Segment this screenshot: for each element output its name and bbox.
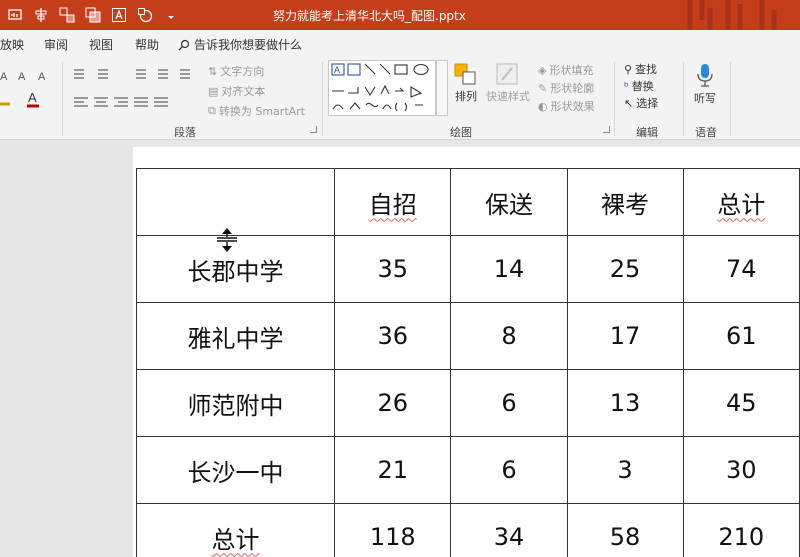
quick-access-toolbar bbox=[6, 6, 180, 24]
smartart-icon: ⧉ bbox=[208, 104, 216, 117]
text-direction-icon: ⇅ bbox=[208, 64, 218, 78]
table-cell[interactable]: 36 bbox=[334, 302, 452, 370]
text-box-icon[interactable] bbox=[110, 6, 128, 24]
paint-bucket-icon: ◈ bbox=[538, 63, 547, 77]
arrange-button[interactable]: 排列 bbox=[453, 62, 479, 104]
shapes-gallery-icons: A bbox=[331, 63, 429, 112]
table-cell[interactable]: 师范附中 bbox=[135, 369, 336, 437]
table-row: 长沙一中 21 6 3 30 bbox=[135, 436, 800, 504]
tab-review[interactable]: 审阅 bbox=[44, 36, 68, 53]
cursor-arrow-icon: ↖ bbox=[624, 96, 634, 110]
bring-forward-icon[interactable] bbox=[84, 6, 102, 24]
find-button[interactable]: ⚲ 查找 bbox=[624, 61, 657, 77]
microphone-icon bbox=[697, 64, 713, 87]
font-controls-icon: A A A A bbox=[0, 71, 46, 108]
svg-text:A: A bbox=[0, 71, 8, 83]
svg-text:A: A bbox=[38, 71, 46, 83]
table-row: 雅礼中学 36 8 17 61 bbox=[135, 302, 800, 370]
table-cell[interactable] bbox=[135, 168, 336, 236]
align-text-button[interactable]: ▤ 对齐文本 bbox=[208, 83, 265, 99]
pen-outline-icon: ✎ bbox=[538, 81, 548, 95]
replace-button[interactable]: ᵇ 替换 bbox=[624, 78, 654, 94]
table-row: 总计 118 34 58 210 bbox=[135, 503, 800, 557]
shape-effects-button[interactable]: ◐ 形状效果 bbox=[538, 98, 595, 114]
table-cell[interactable]: 210 bbox=[682, 503, 800, 557]
table-cell[interactable]: 17 bbox=[566, 302, 684, 370]
row-resize-cursor-icon bbox=[217, 228, 237, 252]
table-cell[interactable]: 长沙一中 bbox=[135, 436, 336, 504]
text-direction-button[interactable]: ⇅ 文字方向 bbox=[208, 63, 264, 79]
shapes-gallery-scrollbar[interactable] bbox=[436, 60, 448, 116]
shape-icon[interactable] bbox=[136, 6, 154, 24]
ribbon-tabs: 放映 审阅 视图 帮助 告诉我你想要做什么 bbox=[0, 30, 800, 56]
table-header-cell[interactable]: 裸考 bbox=[566, 168, 684, 236]
table-row: 师范附中 26 6 13 45 bbox=[135, 369, 800, 437]
title-bar: 努力就能考上清华北大吗_配图.pptx bbox=[0, 0, 800, 30]
table-cell[interactable]: 21 bbox=[334, 436, 452, 504]
table-header-row: 自招 保送 裸考 总计 bbox=[135, 168, 800, 236]
editing-group-label: 编辑 bbox=[636, 126, 658, 139]
table-cell[interactable]: 35 bbox=[334, 235, 452, 303]
group-objects-icon[interactable] bbox=[58, 6, 76, 24]
search-icon bbox=[178, 39, 190, 50]
document-title: 努力就能考上清华北大吗_配图.pptx bbox=[273, 9, 466, 23]
table-cell[interactable]: 58 bbox=[566, 503, 684, 557]
paragraph-dialog-launcher-icon[interactable] bbox=[310, 126, 317, 133]
table-header-cell[interactable]: 保送 bbox=[450, 168, 568, 236]
table-cell[interactable]: 6 bbox=[450, 369, 568, 437]
title-bar-decoration bbox=[670, 0, 800, 30]
svg-text:A: A bbox=[18, 71, 26, 83]
drawing-group-label: 绘图 bbox=[450, 126, 472, 139]
table-cell[interactable]: 45 bbox=[682, 369, 800, 437]
table-cell[interactable]: 25 bbox=[566, 235, 684, 303]
quick-styles-button[interactable]: 快速样式 bbox=[486, 62, 530, 104]
tell-me-label: 告诉我你想要做什么 bbox=[194, 38, 303, 52]
table-cell[interactable]: 13 bbox=[566, 369, 684, 437]
select-button[interactable]: ↖ 选择 bbox=[624, 95, 658, 111]
tab-help[interactable]: 帮助 bbox=[135, 36, 159, 53]
table-cell[interactable]: 30 bbox=[682, 436, 800, 504]
table-cell[interactable]: 61 bbox=[682, 302, 800, 370]
paragraph-group-label: 段落 bbox=[174, 126, 196, 139]
table-cell[interactable]: 3 bbox=[566, 436, 684, 504]
table-cell[interactable]: 8 bbox=[450, 302, 568, 370]
paragraph-controls-icon bbox=[74, 69, 190, 107]
table-cell[interactable]: 总计 bbox=[135, 503, 336, 557]
voice-group-label: 语音 bbox=[695, 126, 717, 139]
table-cell[interactable]: 118 bbox=[334, 503, 452, 557]
tab-slideshow[interactable]: 放映 bbox=[0, 36, 24, 53]
svg-text:A: A bbox=[334, 65, 340, 75]
table-cell[interactable]: 雅礼中学 bbox=[135, 302, 336, 370]
table-cell[interactable]: 26 bbox=[334, 369, 452, 437]
replace-icon: ᵇ bbox=[624, 79, 629, 93]
shapes-gallery[interactable]: A bbox=[328, 60, 436, 116]
table-cell[interactable]: 34 bbox=[450, 503, 568, 557]
ribbon: A A A A ⇅ 文字方向 ▤ 对齐文本 ⧉ 转换为 SmartArt 段落 A bbox=[0, 56, 800, 140]
table-cell[interactable]: 6 bbox=[450, 436, 568, 504]
shape-outline-button[interactable]: ✎ 形状轮廓 bbox=[538, 80, 594, 96]
table-cell[interactable]: 74 bbox=[682, 235, 800, 303]
drawing-dialog-launcher-icon[interactable] bbox=[603, 126, 610, 133]
slideshow-icon[interactable] bbox=[6, 6, 24, 24]
svg-text:A: A bbox=[28, 90, 37, 105]
customize-qat-icon[interactable] bbox=[162, 6, 180, 24]
table-header-cell[interactable]: 自招 bbox=[334, 168, 452, 236]
align-text-icon: ▤ bbox=[208, 84, 219, 98]
search-icon: ⚲ bbox=[624, 62, 633, 76]
arrange-icon bbox=[454, 63, 476, 85]
convert-smartart-button[interactable]: ⧉ 转换为 SmartArt bbox=[208, 103, 305, 119]
table-header-cell[interactable]: 总计 bbox=[682, 168, 800, 236]
tell-me-search[interactable]: 告诉我你想要做什么 bbox=[178, 36, 302, 53]
dictate-button[interactable]: 听写 bbox=[694, 62, 716, 106]
effects-icon: ◐ bbox=[538, 99, 548, 113]
tab-view[interactable]: 视图 bbox=[89, 36, 113, 53]
table-cell[interactable]: 14 bbox=[450, 235, 568, 303]
align-icon[interactable] bbox=[32, 6, 50, 24]
shape-fill-button[interactable]: ◈ 形状填充 bbox=[538, 62, 593, 78]
quick-styles-icon bbox=[496, 63, 518, 85]
